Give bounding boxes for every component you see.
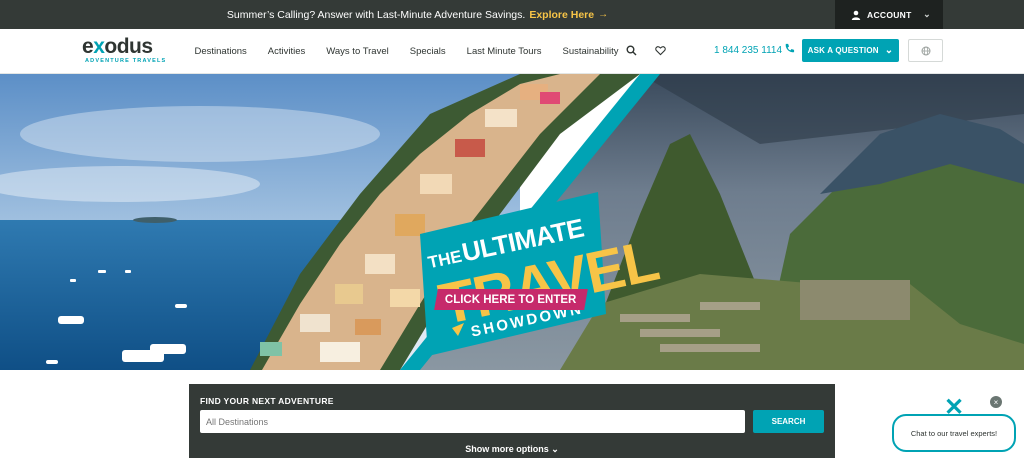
nav-specials[interactable]: Specials: [399, 46, 456, 57]
destination-search-input[interactable]: [200, 410, 745, 433]
site-header: exodus ADVENTURE TRAVELS Destinations Ac…: [0, 29, 1024, 74]
ask-a-question-button[interactable]: ASK A QUESTION ⌄: [802, 39, 899, 62]
globe-icon: [921, 46, 930, 55]
language-selector[interactable]: [908, 39, 943, 62]
promo-link[interactable]: Explore Here: [529, 9, 594, 21]
chat-label: Chat to our travel experts!: [910, 428, 998, 438]
close-icon[interactable]: ×: [990, 396, 1002, 408]
promo-text: Summer’s Calling? Answer with Last-Minut…: [226, 8, 526, 21]
nav-last-minute-tours[interactable]: Last Minute Tours: [456, 46, 552, 57]
logo-tagline: ADVENTURE TRAVELS: [85, 58, 167, 64]
phone-icon[interactable]: [784, 43, 795, 54]
ask-a-question-label: ASK A QUESTION: [807, 46, 879, 55]
heart-icon[interactable]: [655, 45, 666, 56]
logo[interactable]: exodus ADVENTURE TRAVELS: [82, 35, 167, 64]
chevron-down-icon: ⌄: [923, 9, 931, 19]
hero-banner[interactable]: THE ULTIMATE TRAVEL SHOWDOWN: [0, 74, 1024, 370]
nav-sustainability[interactable]: Sustainability: [552, 46, 629, 57]
chevron-down-icon: ⌄: [551, 444, 559, 454]
search-panel-title: FIND YOUR NEXT ADVENTURE: [200, 396, 334, 406]
enter-contest-button[interactable]: CLICK HERE TO ENTER: [434, 289, 588, 310]
show-more-options[interactable]: Show more options ⌄: [189, 444, 835, 455]
promo-message[interactable]: Summer’s Calling? Answer with Last-Minut…: [0, 0, 835, 29]
promo-bar: Summer’s Calling? Answer with Last-Minut…: [0, 0, 1024, 29]
exodus-x-icon: ✕: [943, 394, 965, 421]
cta-label: CLICK HERE TO ENTER: [445, 293, 577, 306]
show-more-options-label: Show more options: [465, 444, 549, 454]
account-label: ACCOUNT: [867, 9, 912, 20]
search-icon[interactable]: [626, 45, 637, 56]
nav-destinations[interactable]: Destinations: [184, 46, 257, 57]
account-button[interactable]: ACCOUNT ⌄: [835, 0, 943, 29]
nav-activities[interactable]: Activities: [257, 46, 315, 57]
arrow-right-icon: →: [598, 9, 609, 20]
phone-number[interactable]: 1 844 235 1114: [714, 45, 782, 56]
nav-ways-to-travel[interactable]: Ways to Travel: [316, 46, 399, 57]
user-icon: [851, 10, 861, 20]
logo-wordmark: exodus: [82, 35, 153, 58]
chevron-down-icon: ⌄: [884, 45, 894, 56]
search-panel: FIND YOUR NEXT ADVENTURE SEARCH Show mor…: [189, 384, 835, 458]
main-nav: Destinations Activities Ways to Travel S…: [184, 29, 629, 74]
search-button[interactable]: SEARCH: [753, 410, 824, 433]
